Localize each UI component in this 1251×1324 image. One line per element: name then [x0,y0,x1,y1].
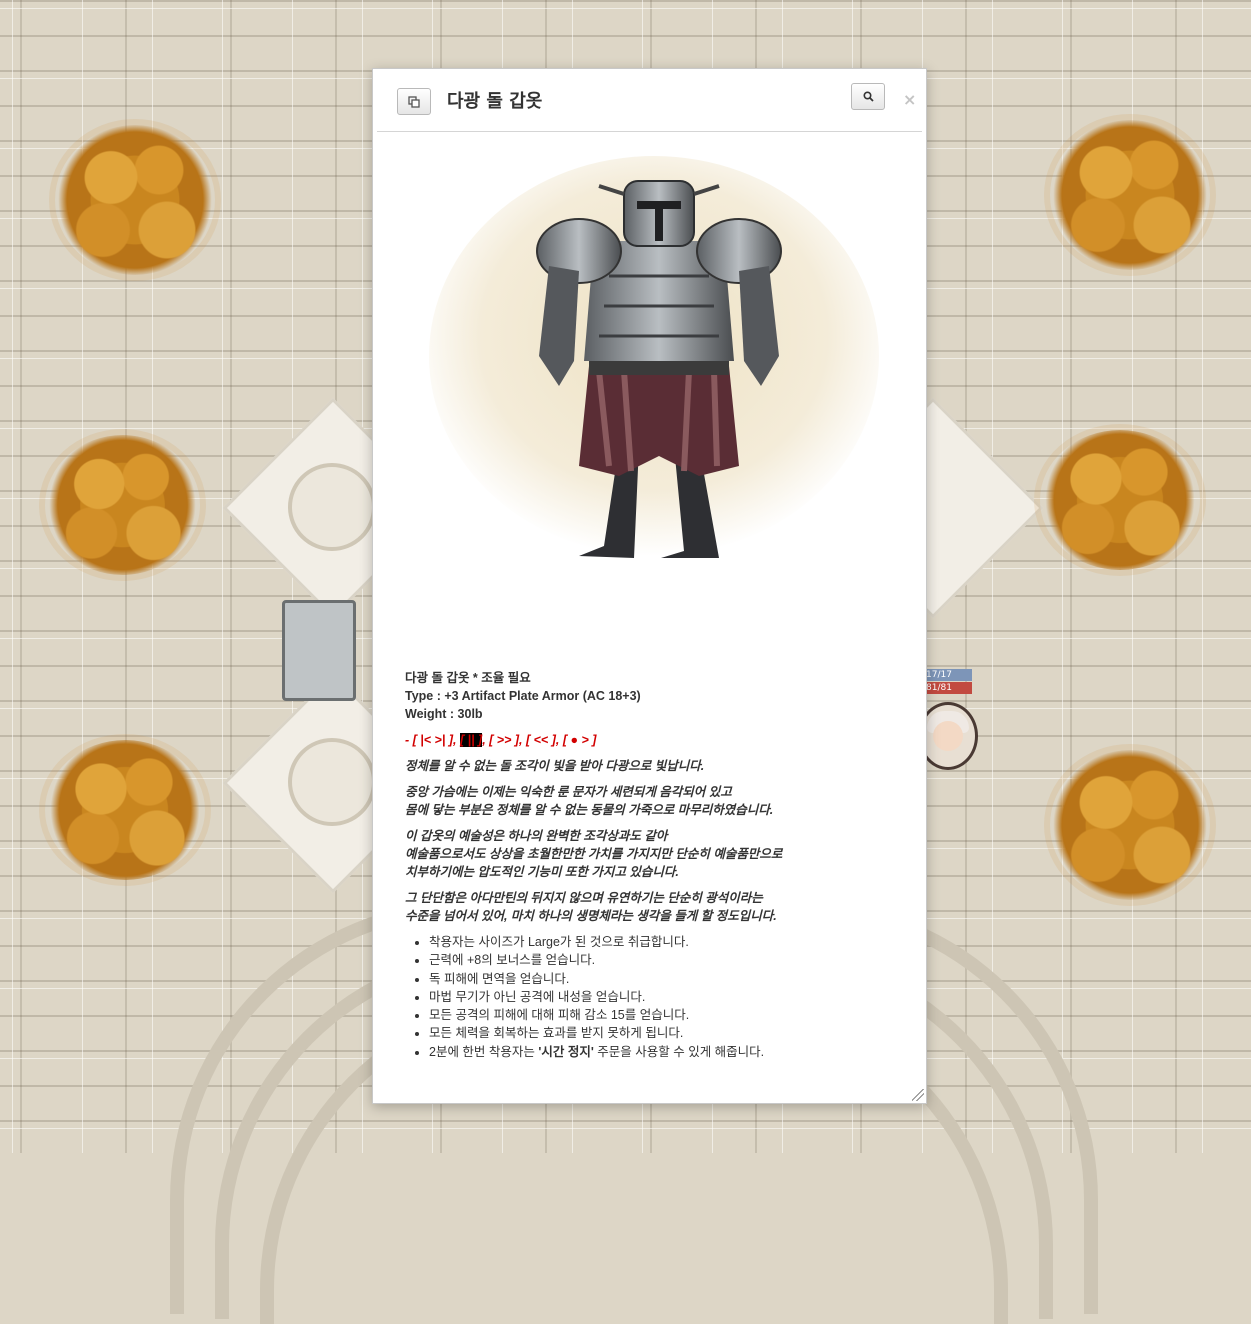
tree-top-right [1050,120,1210,270]
copy-button[interactable] [397,88,431,115]
media-controls: - [ |< >| ], [ || ], [ >> ], [ << ], [ ●… [405,731,905,749]
handout-dialog[interactable]: 다광 돌 갑옷 × 다광 돌 갑옷 * 조율 필요 Type: +3 Arti… [372,68,927,1104]
desc-line: 치부하기에는 압도적인 기능미 또한 가지고 있습니다. [405,865,679,879]
feature-spell-name: '시간 정지' [538,1044,594,1059]
feature-item: 모든 공격의 피해에 대해 피해 감소 15를 얻습니다. [429,1006,905,1024]
feature-item: 독 피해에 면역을 얻습니다. [429,970,905,988]
tree-mid-left [45,435,200,575]
search-icon [862,91,874,102]
feature-item: 마법 무기가 아닌 공격에 내성을 얻습니다. [429,988,905,1006]
desc-paragraph-2: 중앙 가슴에는 이제는 익숙한 룬 문자가 세련되게 음각되어 있고 몸에 닿는… [405,783,905,819]
desc-paragraph-3: 이 갑옷의 예술성은 하나의 완벽한 조각상과도 같아 예술품으로서도 상상을 … [405,827,905,881]
token-bar-1: 17/17 [922,669,972,681]
control-first-last[interactable]: [ |< >| ] [413,733,453,747]
feature-text: 주문을 사용할 수 있게 해줍니다. [593,1044,765,1059]
item-meta: 다광 돌 갑옷 * 조율 필요 Type : +3 Artifact Plate… [405,669,905,723]
resize-handle[interactable] [912,1089,924,1101]
tree-top-left [55,125,215,275]
dialog-title: 다광 돌 갑옷 [447,91,543,112]
desc-line: 예술품으로서도 상상을 초월한만한 가치를 가지지만 단순히 예술품만으로 [405,847,783,861]
item-weight-line: Weight : 30lb [405,707,483,721]
tree-mid-right [1040,430,1200,570]
control-forward[interactable]: [ >> ] [489,733,519,747]
tree-bottom-right [1050,750,1210,900]
tree-bottom-left [45,740,205,880]
feature-list: 착용자는 사이즈가 Large가 된 것으로 취급합니다. 근력에 +8의 보너… [405,933,905,1061]
controls-sep-1: , [452,733,460,747]
controls-prefix: - [405,733,413,747]
dialog-header[interactable]: 다광 돌 갑옷 × [377,69,922,132]
control-rewind[interactable]: [ << ] [526,733,556,747]
item-name-line: 다광 돌 갑옷 * 조율 필요 [405,671,531,685]
token-face [933,721,963,751]
dialog-body[interactable]: 다광 돌 갑옷 * 조율 필요 Type : +3 Artifact Plate… [373,132,926,1102]
feature-text: 2분에 한번 착용자는 [429,1044,539,1059]
token-bars: 17/17 81/81 [922,669,972,695]
desc-paragraph-1: 정체를 알 수 없는 돌 조각이 빛을 받아 다광으로 빛납니다. [405,759,705,773]
control-record-play[interactable]: [ ● > ] [563,733,597,747]
controls-sep-4: , [555,733,563,747]
armor-illustration [429,156,879,558]
control-pause[interactable]: [ || ] [459,733,483,747]
item-type-line: Type : +3 Artifact Plate Armor (AC 18+3) [405,689,641,703]
desc-line: 수준을 넘어서 있어, 마치 하나의 생명체라는 생각을 들게 할 정도입니다. [405,909,777,923]
zoom-button[interactable] [851,83,885,110]
desc-paragraph-4: 그 단단함은 아다만틴의 뒤지지 않으며 유연하기는 단순히 광석이라는 수준을… [405,889,905,925]
item-content: 다광 돌 갑옷 * 조율 필요 Type : +3 Artifact Plate… [405,669,905,1061]
feature-item: 2분에 한번 착용자는 '시간 정지' 주문을 사용할 수 있게 해줍니다. [429,1043,905,1061]
map-circle-left [288,463,376,551]
statue-left [282,600,356,701]
map-circle-left-lower [288,738,376,826]
token-bar-2: 81/81 [922,682,972,694]
character-token[interactable] [918,702,978,770]
feature-item: 모든 체력을 회복하는 효과를 받지 못하게 됩니다. [429,1024,905,1042]
feature-item: 근력에 +8의 보너스를 얻습니다. [429,951,905,969]
controls-sep-3: , [519,733,526,747]
desc-line: 중앙 가슴에는 이제는 익숙한 룬 문자가 세련되게 음각되어 있고 [405,785,732,799]
desc-line: 이 갑옷의 예술성은 하나의 완벽한 조각상과도 같아 [405,829,668,843]
copy-icon [408,95,420,108]
close-button[interactable]: × [903,91,917,109]
desc-line: 몸에 닿는 부분은 정체를 알 수 없는 동물의 가죽으로 마무리하였습니다. [405,803,774,817]
desc-line: 그 단단함은 아다만틴의 뒤지지 않으며 유연하기는 단순히 광석이라는 [405,891,763,905]
feature-item: 착용자는 사이즈가 Large가 된 것으로 취급합니다. [429,933,905,951]
